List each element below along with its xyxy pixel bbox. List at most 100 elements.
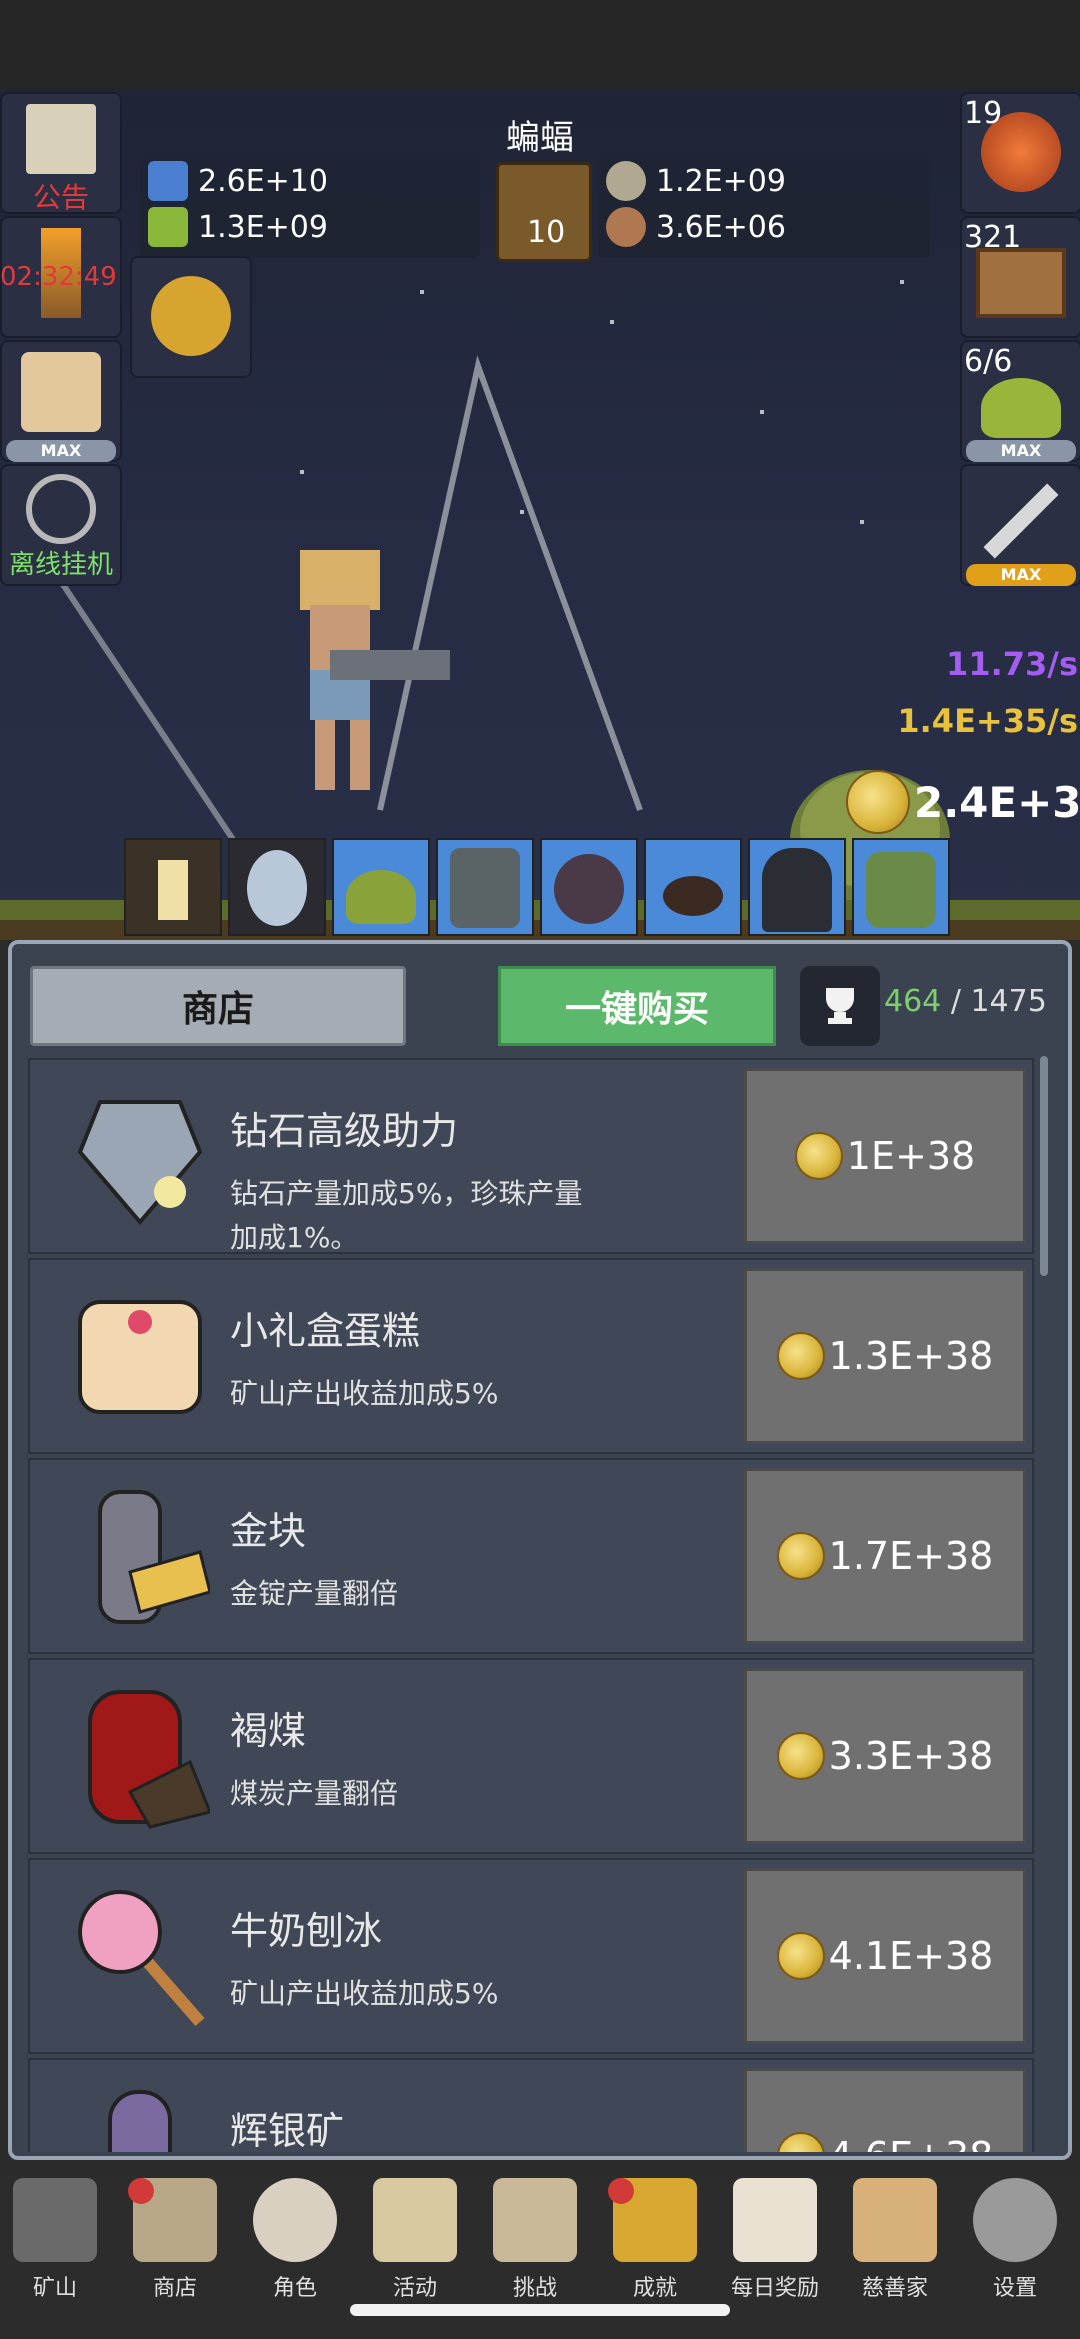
nav-daily-reward[interactable]: 每日奖励 bbox=[720, 2178, 830, 2302]
item-name: 金块 bbox=[230, 1509, 307, 1553]
treasure-chest-icon bbox=[976, 248, 1066, 318]
slime-button[interactable]: 6/6 MAX bbox=[960, 340, 1080, 462]
buy-button[interactable]: 3.3E+38 bbox=[744, 1668, 1026, 1844]
buy-button[interactable]: 1E+38 bbox=[744, 1068, 1026, 1244]
sword-icon bbox=[983, 483, 1059, 559]
book-count: 10 bbox=[527, 215, 566, 250]
monster-slot-egg[interactable] bbox=[228, 838, 326, 936]
scrollbar[interactable] bbox=[1040, 1056, 1048, 1276]
nav-shop[interactable]: 商店 bbox=[120, 2178, 230, 2302]
trophy-current: 464 bbox=[884, 984, 942, 1019]
coin-icon bbox=[776, 2132, 825, 2152]
monster-slot-orc[interactable] bbox=[852, 838, 950, 936]
resource-value: 1.3E+09 bbox=[198, 209, 328, 245]
nav-label: 矿山 bbox=[32, 2276, 77, 2301]
resource-panel-left: 2.6E+10 1.3E+09 bbox=[140, 158, 480, 258]
reaper-icon bbox=[762, 848, 832, 932]
max-badge: MAX bbox=[6, 440, 116, 462]
notification-dot bbox=[128, 2178, 154, 2204]
nav-mine[interactable]: 矿山 bbox=[0, 2178, 110, 2302]
resource-row: 1.3E+09 bbox=[140, 204, 480, 250]
cake-icon bbox=[70, 1282, 210, 1432]
offline-idle-button[interactable]: 离线挂机 bbox=[0, 464, 122, 586]
lollipop-icon bbox=[70, 1882, 210, 2032]
item-desc: 矿山产出收益加成5% bbox=[230, 1977, 499, 2010]
item-price: 3.3E+38 bbox=[828, 1734, 994, 1778]
sword-button[interactable]: MAX bbox=[960, 464, 1080, 586]
nav-events[interactable]: 活动 bbox=[360, 2178, 470, 2302]
monster-slot-candle[interactable] bbox=[124, 838, 222, 936]
item-name: 褐煤 bbox=[230, 1709, 307, 1753]
coal-icon bbox=[70, 1682, 213, 1832]
beer-mug-icon bbox=[21, 352, 101, 432]
buy-button[interactable]: 1.7E+38 bbox=[744, 1468, 1026, 1644]
slime-count: 6/6 bbox=[964, 344, 1013, 379]
trophy-icon[interactable] bbox=[800, 966, 880, 1046]
silver-ore-icon bbox=[606, 161, 646, 201]
coin-icon bbox=[794, 1132, 843, 1180]
shop-item: 辉银矿 4.6E+38 bbox=[28, 2058, 1034, 2152]
max-badge: MAX bbox=[966, 564, 1076, 586]
coin-icon bbox=[846, 770, 910, 834]
monster-slot-reaper[interactable] bbox=[748, 838, 846, 936]
item-price: 1.7E+38 bbox=[828, 1534, 994, 1578]
coin-icon bbox=[776, 1332, 825, 1380]
item-name: 小礼盒蛋糕 bbox=[230, 1309, 421, 1353]
silver-ore-statue-icon bbox=[70, 2082, 210, 2152]
announcement-label: 公告 bbox=[32, 181, 89, 214]
gold-bar-icon bbox=[70, 1482, 212, 1632]
shop-item: 褐煤 煤炭产量翻倍 3.3E+38 bbox=[28, 1658, 1034, 1854]
item-desc: 煤炭产量翻倍 bbox=[230, 1777, 399, 1810]
coin-icon bbox=[776, 1932, 825, 1980]
egg-icon bbox=[247, 850, 307, 926]
map-icon bbox=[493, 2178, 577, 2262]
monster-name: 蝙蝠 bbox=[506, 118, 574, 158]
announcement-button[interactable]: 公告 bbox=[0, 92, 122, 214]
nav-label: 每日奖励 bbox=[730, 2276, 819, 2301]
gold-rate: 1.4E+35/s bbox=[897, 702, 1078, 740]
nav-philanthropist[interactable]: 慈善家 bbox=[840, 2178, 950, 2302]
buy-button[interactable]: 1.3E+38 bbox=[744, 1268, 1026, 1444]
book-icon[interactable]: 10 bbox=[496, 162, 592, 262]
item-desc: 钻石产量加成5%，珍珠产量加成1%。 bbox=[230, 1177, 583, 1254]
shop-item: 钻石高级助力 钻石产量加成5%，珍珠产量加成1%。 1E+38 bbox=[28, 1058, 1034, 1254]
nav-achievements[interactable]: 成就 bbox=[600, 2178, 710, 2302]
monster-slot-spider[interactable] bbox=[644, 838, 742, 936]
nav-settings[interactable]: 设置 bbox=[960, 2178, 1070, 2302]
monster-slot-slime[interactable] bbox=[332, 838, 430, 936]
trophy-count: 464 / 1475 bbox=[884, 984, 1047, 1019]
resource-value: 3.6E+06 bbox=[656, 209, 786, 245]
nav-label: 成就 bbox=[632, 2276, 677, 2301]
item-name: 钻石高级助力 bbox=[230, 1109, 459, 1153]
trophy-total: / 1475 bbox=[950, 984, 1047, 1019]
monster-slot-bat[interactable] bbox=[540, 838, 638, 936]
beer-button[interactable]: MAX bbox=[0, 340, 122, 462]
purple-rate: 11.73/s bbox=[946, 645, 1078, 683]
item-name: 牛奶刨冰 bbox=[230, 1909, 383, 1953]
golden-key-icon bbox=[151, 276, 231, 356]
bat-icon bbox=[554, 854, 624, 924]
item-price: 1E+38 bbox=[846, 1134, 976, 1178]
shop-tab[interactable]: 商店 bbox=[30, 966, 406, 1046]
buy-button[interactable]: 4.1E+38 bbox=[744, 1868, 1026, 2044]
potion-button[interactable]: 19 bbox=[960, 92, 1080, 214]
event-timer: 02:32:49 bbox=[0, 262, 117, 292]
offline-idle-label: 离线挂机 bbox=[8, 550, 113, 580]
buy-all-button[interactable]: 一键购买 bbox=[498, 966, 776, 1046]
nav-label: 活动 bbox=[392, 2276, 437, 2301]
nav-character[interactable]: 角色 bbox=[240, 2178, 350, 2302]
shop-item-clip: 辉银矿 4.6E+38 bbox=[28, 2058, 1034, 2152]
resource-value: 2.6E+10 bbox=[198, 163, 328, 199]
coin-icon bbox=[776, 1532, 825, 1580]
notification-dot bbox=[608, 2178, 634, 2204]
nav-label: 挑战 bbox=[512, 2276, 557, 2301]
golden-key-button[interactable] bbox=[130, 256, 252, 378]
buy-button[interactable]: 4.6E+38 bbox=[744, 2068, 1026, 2152]
monster-slot-zombie[interactable] bbox=[436, 838, 534, 936]
chest-button[interactable]: 321 bbox=[960, 216, 1080, 338]
nav-challenge[interactable]: 挑战 bbox=[480, 2178, 590, 2302]
orc-icon bbox=[866, 852, 936, 928]
resource-row: 2.6E+10 bbox=[140, 158, 480, 204]
resource-value: 1.2E+09 bbox=[656, 163, 786, 199]
nav-label: 角色 bbox=[272, 2276, 317, 2301]
